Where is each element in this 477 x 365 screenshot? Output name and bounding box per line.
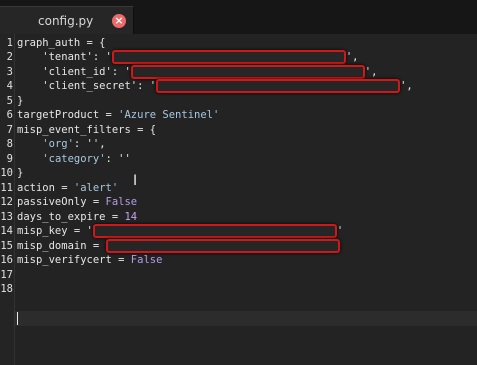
text-cursor (17, 312, 18, 325)
redaction-box (156, 79, 401, 93)
line-number: 14 (0, 225, 13, 237)
code-line: } (17, 94, 24, 107)
line-number: 12 (0, 196, 13, 208)
code-line: misp_key = ' ' (17, 224, 344, 238)
code-line: misp_verifycert = False (17, 254, 163, 266)
tab-title: config.py (38, 14, 94, 28)
line-number: 15 (0, 239, 13, 252)
ibeam-cursor-icon: I (133, 173, 138, 189)
line-number: 10 (0, 167, 13, 179)
line-number: 11 (0, 181, 13, 194)
code-line: misp_event_filters = { (17, 123, 157, 136)
line-number: 9 (6, 152, 13, 165)
line-number: 18 (0, 283, 13, 295)
tab-config-py[interactable]: config.py × (0, 6, 134, 35)
code-line: 'tenant': ' ', (17, 50, 359, 64)
line-number: 13 (0, 210, 13, 223)
redaction-box (111, 50, 346, 64)
close-icon[interactable]: × (112, 14, 126, 28)
current-line-highlight (15, 311, 477, 326)
redaction-box (105, 238, 340, 253)
code-line: targetProduct = 'Azure Sentinel' (17, 109, 220, 121)
code-line: 'category': '' (42, 152, 131, 165)
line-number: 6 (6, 109, 13, 121)
line-number: 1 (6, 36, 13, 49)
redaction-box (130, 64, 365, 79)
code-editor[interactable]: 1 graph_auth = { 2 'tenant': ' ', 3 'client_… (0, 34, 477, 365)
line-number: 2 (6, 51, 13, 63)
code-line: action = 'alert' (17, 181, 119, 194)
code-line: days_to_expire = 14 (17, 210, 138, 223)
code-line: graph_auth = { (17, 36, 106, 49)
code-line: passiveOnly = False (17, 196, 138, 208)
line-number: 5 (6, 94, 13, 107)
code-line: 'client_secret': ' ', (17, 79, 413, 93)
line-number: 4 (6, 80, 13, 92)
code-line: misp_domain = (17, 238, 340, 254)
line-number: 3 (6, 65, 13, 78)
code-line: 'client_id': ' ', (17, 64, 378, 79)
line-number: 16 (0, 254, 13, 266)
line-number: 17 (0, 268, 13, 281)
tab-bar: config.py × (0, 0, 477, 35)
line-number: 7 (6, 123, 13, 136)
code-line: } (17, 167, 24, 179)
code-line: 'org': '', (42, 138, 106, 150)
line-number: 8 (6, 138, 13, 150)
redaction-box (92, 224, 337, 238)
